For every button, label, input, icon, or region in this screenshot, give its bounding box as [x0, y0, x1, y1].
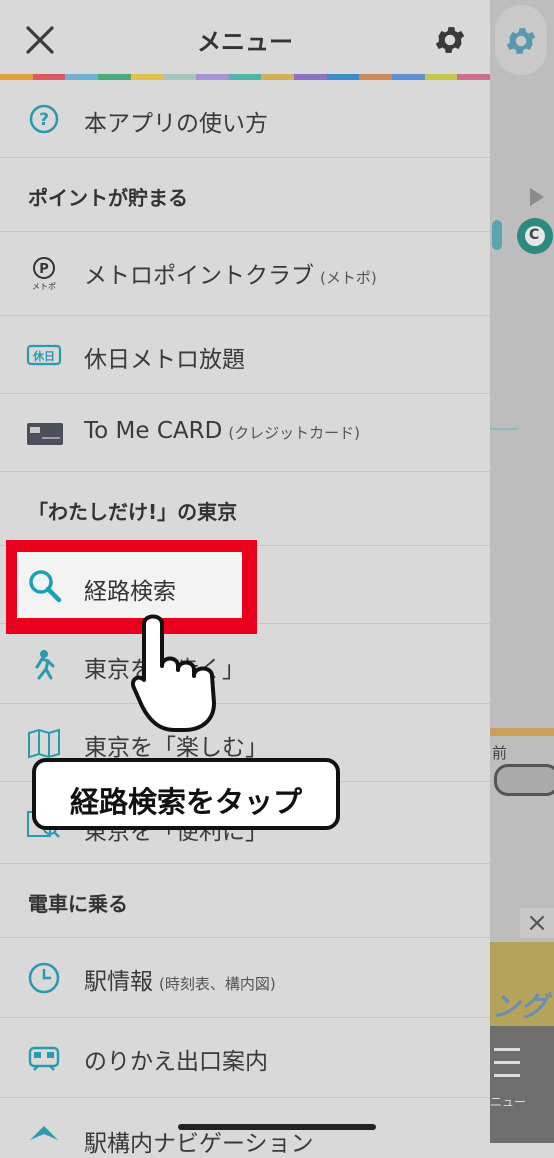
menu-icon-line [494, 1074, 520, 1077]
menu-item-label: 駅情報 (時刻表、構内図) [84, 962, 276, 996]
background-badge-letter: C [529, 227, 540, 243]
menu-item-sublabel: (時刻表、構内図) [159, 975, 276, 993]
menu-item-station-info[interactable]: 駅情報 (時刻表、構内図) [0, 938, 490, 1018]
menu-item-tokyo-walk[interactable]: 東京を「歩く」 [0, 626, 490, 704]
menu-icon-line [494, 1061, 520, 1064]
metro-point-icon: P メトポ [32, 257, 56, 291]
menu-item-label: メトロポイントクラブ (メトポ) [84, 256, 377, 290]
route-search-label: 経路検索 [84, 579, 176, 605]
svg-text:メトポ: メトポ [32, 282, 56, 291]
background-tab-label: ニュー [490, 1095, 527, 1109]
svg-text:休日: 休日 [32, 349, 55, 363]
map-icon [28, 728, 60, 759]
menu-item-how-to-use[interactable]: ? 本アプリの使い方 [0, 80, 490, 158]
home-indicator [178, 1124, 376, 1130]
navigation-icon [30, 1126, 58, 1140]
background-settings-button [495, 5, 547, 75]
instruction-callout: 経路検索をタップ [32, 758, 340, 830]
menu-item-label-main: メトロポイントクラブ [84, 263, 314, 289]
credit-card-icon [27, 423, 63, 445]
menu-item-label: のりかえ出口案内 [84, 1049, 268, 1075]
ticket-icon: 休日 [26, 344, 62, 366]
svg-text:P: P [39, 262, 49, 277]
pointing-hand-icon [131, 614, 216, 732]
menu-item-to-me-card[interactable]: To Me CARD (クレジットカード) [0, 394, 490, 472]
section-title: ポイントが貯まる [28, 186, 188, 210]
background-slider [494, 764, 554, 796]
background-divider [490, 428, 518, 430]
background-band [490, 728, 554, 736]
menu-item-sublabel: (クレジットカード) [228, 424, 361, 442]
menu-header: メニュー [0, 0, 490, 74]
menu-item-holiday-pass[interactable]: 休日 休日メトロ放題 [0, 316, 490, 394]
menu-icon-line [494, 1048, 520, 1051]
help-icon: ? [29, 104, 59, 134]
walking-person-icon [35, 650, 55, 680]
clock-icon [28, 962, 60, 994]
gear-icon [435, 27, 465, 53]
background-decoration [492, 220, 502, 250]
section-header-points: ポイントが貯まる [0, 158, 490, 232]
background-banner-text: ング [492, 990, 549, 1023]
menu-item-label-main: 駅情報 [84, 969, 153, 995]
search-icon [29, 570, 62, 603]
gear-icon [506, 28, 536, 54]
train-icon [28, 1046, 60, 1071]
menu-item-metro-point-club[interactable]: P メトポ メトロポイントクラブ (メトポ) [0, 232, 490, 316]
play-icon [530, 188, 544, 206]
section-header-train: 電車に乗る [0, 864, 490, 938]
section-header-tokyo: 「わたしだけ!」の東京 [0, 472, 490, 546]
menu-item-label: To Me CARD (クレジットカード) [84, 418, 360, 444]
instruction-text: 経路検索をタップ [69, 785, 302, 819]
menu-item-label-main: To Me CARD [84, 418, 223, 444]
section-title: 「わたしだけ!」の東京 [28, 500, 238, 524]
background-tab-bar [490, 1026, 554, 1143]
close-icon: × [520, 908, 554, 938]
background-label: 前 [492, 744, 508, 762]
menu-item-label: 休日メトロ放題 [84, 347, 245, 373]
menu-item-sublabel: (メトポ) [320, 269, 377, 287]
background-app: C 前 × ング ニュー [490, 0, 554, 1143]
menu-item-label: 本アプリの使い方 [84, 111, 268, 137]
settings-button[interactable] [432, 22, 468, 58]
menu-item-station-navigation[interactable]: 駅構内ナビゲーション [0, 1098, 490, 1157]
svg-text:?: ? [39, 110, 49, 130]
menu-title: メニュー [197, 28, 293, 56]
section-title: 電車に乗る [28, 892, 128, 916]
menu-item-transfer-exit[interactable]: のりかえ出口案内 [0, 1018, 490, 1098]
